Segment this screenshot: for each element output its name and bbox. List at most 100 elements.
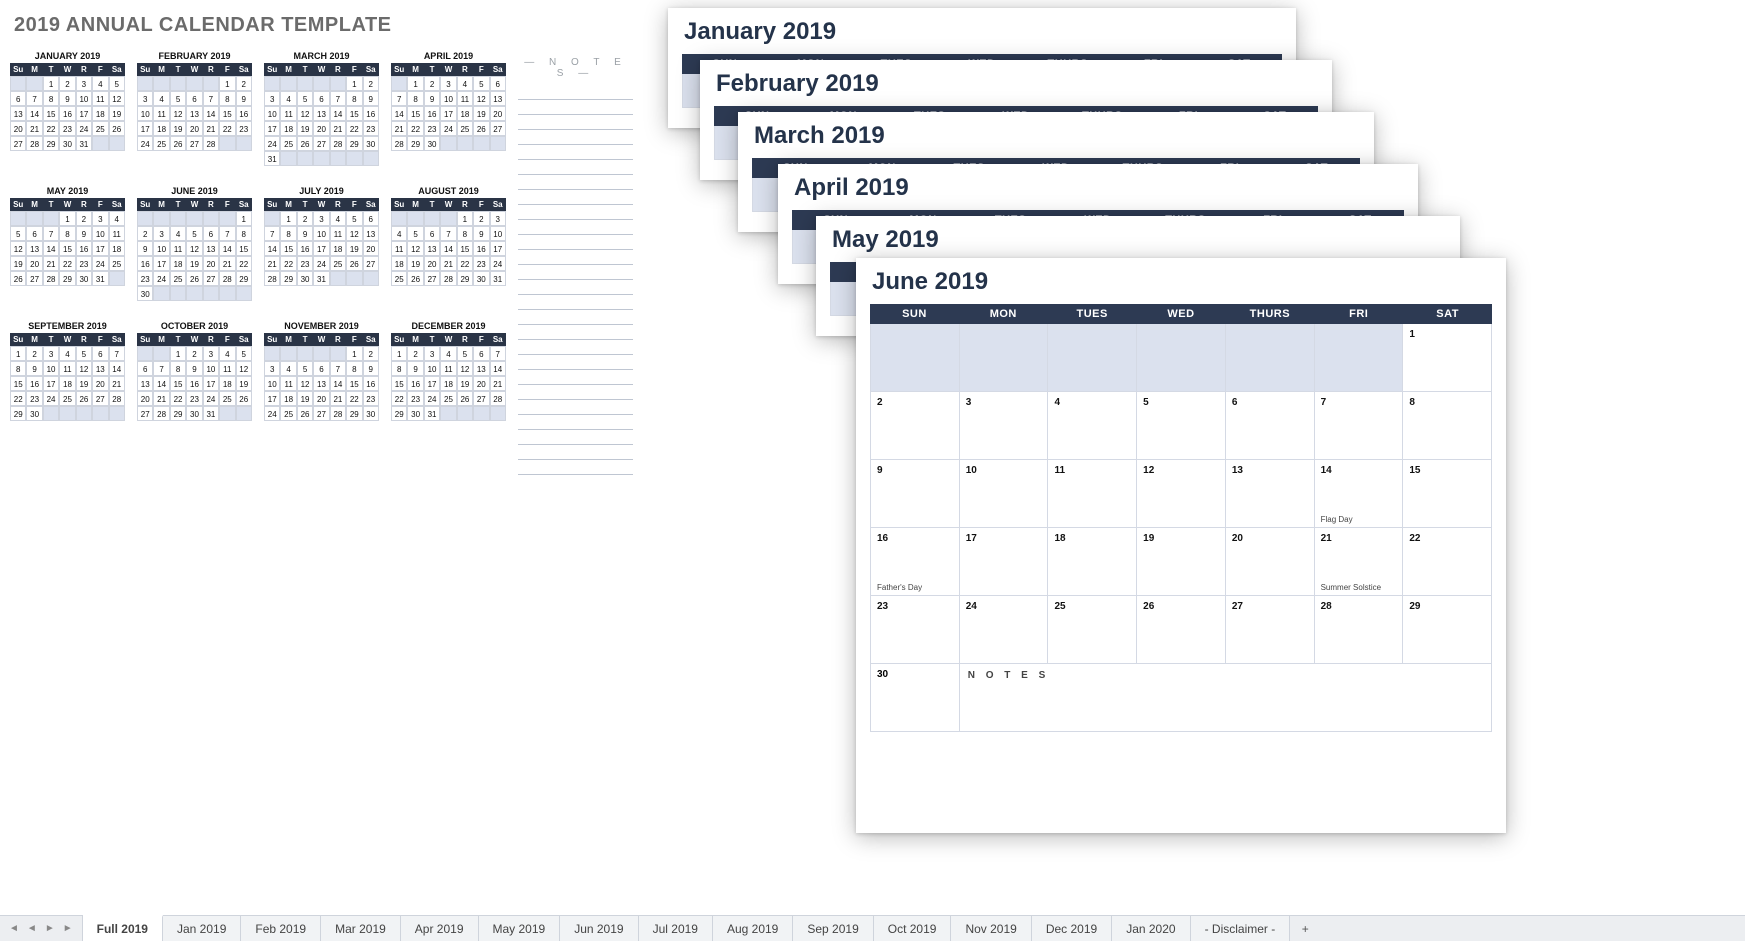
mini-day-cell[interactable]: 23 [236, 121, 252, 136]
sheet-tab[interactable]: May 2019 [479, 916, 561, 941]
mini-day-cell[interactable]: 29 [346, 136, 362, 151]
mini-day-cell[interactable] [219, 211, 235, 226]
mini-day-cell[interactable]: 22 [457, 256, 473, 271]
mini-day-cell[interactable]: 25 [153, 136, 169, 151]
calendar-day-cell[interactable]: 11 [1048, 460, 1137, 528]
mini-day-cell[interactable]: 12 [407, 241, 423, 256]
add-sheet-button[interactable]: + [1290, 916, 1320, 941]
mini-day-cell[interactable]: 9 [26, 361, 42, 376]
mini-day-cell[interactable]: 30 [137, 286, 153, 301]
mini-day-cell[interactable]: 19 [473, 106, 489, 121]
mini-day-cell[interactable]: 7 [153, 361, 169, 376]
mini-day-cell[interactable] [236, 286, 252, 301]
mini-day-cell[interactable]: 14 [440, 241, 456, 256]
mini-day-cell[interactable] [43, 211, 59, 226]
mini-day-cell[interactable]: 5 [170, 91, 186, 106]
mini-day-cell[interactable]: 12 [10, 241, 26, 256]
mini-day-cell[interactable]: 31 [264, 151, 280, 166]
mini-day-cell[interactable]: 7 [26, 91, 42, 106]
mini-day-cell[interactable]: 12 [457, 361, 473, 376]
mini-day-cell[interactable]: 23 [137, 271, 153, 286]
mini-day-cell[interactable]: 8 [59, 226, 75, 241]
mini-day-cell[interactable]: 3 [137, 91, 153, 106]
mini-day-cell[interactable]: 9 [297, 226, 313, 241]
mini-day-cell[interactable] [297, 346, 313, 361]
mini-day-cell[interactable]: 9 [363, 361, 379, 376]
mini-day-cell[interactable]: 14 [490, 361, 506, 376]
mini-day-cell[interactable]: 8 [10, 361, 26, 376]
mini-day-cell[interactable]: 15 [236, 241, 252, 256]
sheet-tab[interactable]: Nov 2019 [951, 916, 1031, 941]
mini-day-cell[interactable]: 16 [59, 106, 75, 121]
notes-line[interactable] [518, 145, 633, 160]
mini-day-cell[interactable]: 5 [76, 346, 92, 361]
mini-day-cell[interactable]: 6 [10, 91, 26, 106]
mini-day-cell[interactable] [153, 211, 169, 226]
mini-day-cell[interactable] [363, 151, 379, 166]
mini-day-cell[interactable]: 22 [170, 391, 186, 406]
mini-day-cell[interactable]: 30 [26, 406, 42, 421]
mini-day-cell[interactable]: 7 [330, 91, 346, 106]
calendar-day-cell[interactable]: 6 [1226, 392, 1315, 460]
mini-day-cell[interactable]: 23 [424, 121, 440, 136]
mini-day-cell[interactable]: 4 [170, 226, 186, 241]
mini-day-cell[interactable]: 8 [43, 91, 59, 106]
calendar-day-cell[interactable]: 15 [1403, 460, 1492, 528]
mini-day-cell[interactable]: 28 [391, 136, 407, 151]
mini-day-cell[interactable]: 20 [490, 106, 506, 121]
mini-day-cell[interactable]: 26 [346, 256, 362, 271]
mini-day-cell[interactable]: 4 [280, 91, 296, 106]
mini-day-cell[interactable]: 5 [346, 211, 362, 226]
calendar-day-cell[interactable]: 26 [1137, 596, 1226, 664]
mini-day-cell[interactable] [109, 406, 125, 421]
mini-day-cell[interactable]: 4 [457, 76, 473, 91]
mini-day-cell[interactable] [330, 271, 346, 286]
mini-day-cell[interactable]: 26 [297, 136, 313, 151]
mini-day-cell[interactable]: 3 [264, 91, 280, 106]
mini-day-cell[interactable]: 28 [330, 136, 346, 151]
mini-day-cell[interactable]: 11 [153, 106, 169, 121]
mini-day-cell[interactable]: 7 [330, 361, 346, 376]
mini-day-cell[interactable]: 4 [391, 226, 407, 241]
mini-day-cell[interactable]: 5 [457, 346, 473, 361]
mini-day-cell[interactable] [313, 151, 329, 166]
mini-day-cell[interactable]: 20 [473, 376, 489, 391]
mini-day-cell[interactable]: 26 [297, 406, 313, 421]
nav-first-icon[interactable]: ◄ [6, 923, 22, 934]
mini-day-cell[interactable]: 4 [440, 346, 456, 361]
mini-day-cell[interactable]: 22 [10, 391, 26, 406]
sheet-tab[interactable]: Jun 2019 [560, 916, 638, 941]
mini-day-cell[interactable]: 21 [264, 256, 280, 271]
mini-day-cell[interactable]: 16 [186, 376, 202, 391]
mini-day-cell[interactable]: 1 [236, 211, 252, 226]
sheet-tab[interactable]: Feb 2019 [241, 916, 321, 941]
mini-day-cell[interactable]: 3 [203, 346, 219, 361]
sheet-tab[interactable]: Jan 2019 [163, 916, 241, 941]
mini-day-cell[interactable]: 14 [264, 241, 280, 256]
mini-day-cell[interactable]: 22 [43, 121, 59, 136]
calendar-day-cell[interactable] [1226, 324, 1315, 392]
mini-day-cell[interactable]: 23 [186, 391, 202, 406]
mini-day-cell[interactable]: 25 [280, 406, 296, 421]
mini-day-cell[interactable]: 2 [76, 211, 92, 226]
mini-day-cell[interactable]: 3 [424, 346, 440, 361]
mini-day-cell[interactable]: 16 [473, 241, 489, 256]
mini-day-cell[interactable]: 21 [153, 391, 169, 406]
mini-day-cell[interactable]: 3 [490, 211, 506, 226]
mini-day-cell[interactable]: 19 [109, 106, 125, 121]
mini-day-cell[interactable]: 19 [407, 256, 423, 271]
mini-day-cell[interactable]: 10 [203, 361, 219, 376]
mini-day-cell[interactable]: 19 [236, 376, 252, 391]
notes-line[interactable] [518, 385, 633, 400]
mini-day-cell[interactable]: 30 [363, 136, 379, 151]
mini-day-cell[interactable]: 13 [203, 241, 219, 256]
mini-day-cell[interactable]: 1 [170, 346, 186, 361]
mini-day-cell[interactable]: 25 [109, 256, 125, 271]
calendar-day-cell[interactable]: 8 [1403, 392, 1492, 460]
mini-day-cell[interactable]: 18 [330, 241, 346, 256]
mini-day-cell[interactable]: 17 [424, 376, 440, 391]
mini-day-cell[interactable] [264, 76, 280, 91]
mini-day-cell[interactable]: 9 [407, 361, 423, 376]
mini-day-cell[interactable]: 13 [186, 106, 202, 121]
mini-day-cell[interactable]: 5 [297, 91, 313, 106]
